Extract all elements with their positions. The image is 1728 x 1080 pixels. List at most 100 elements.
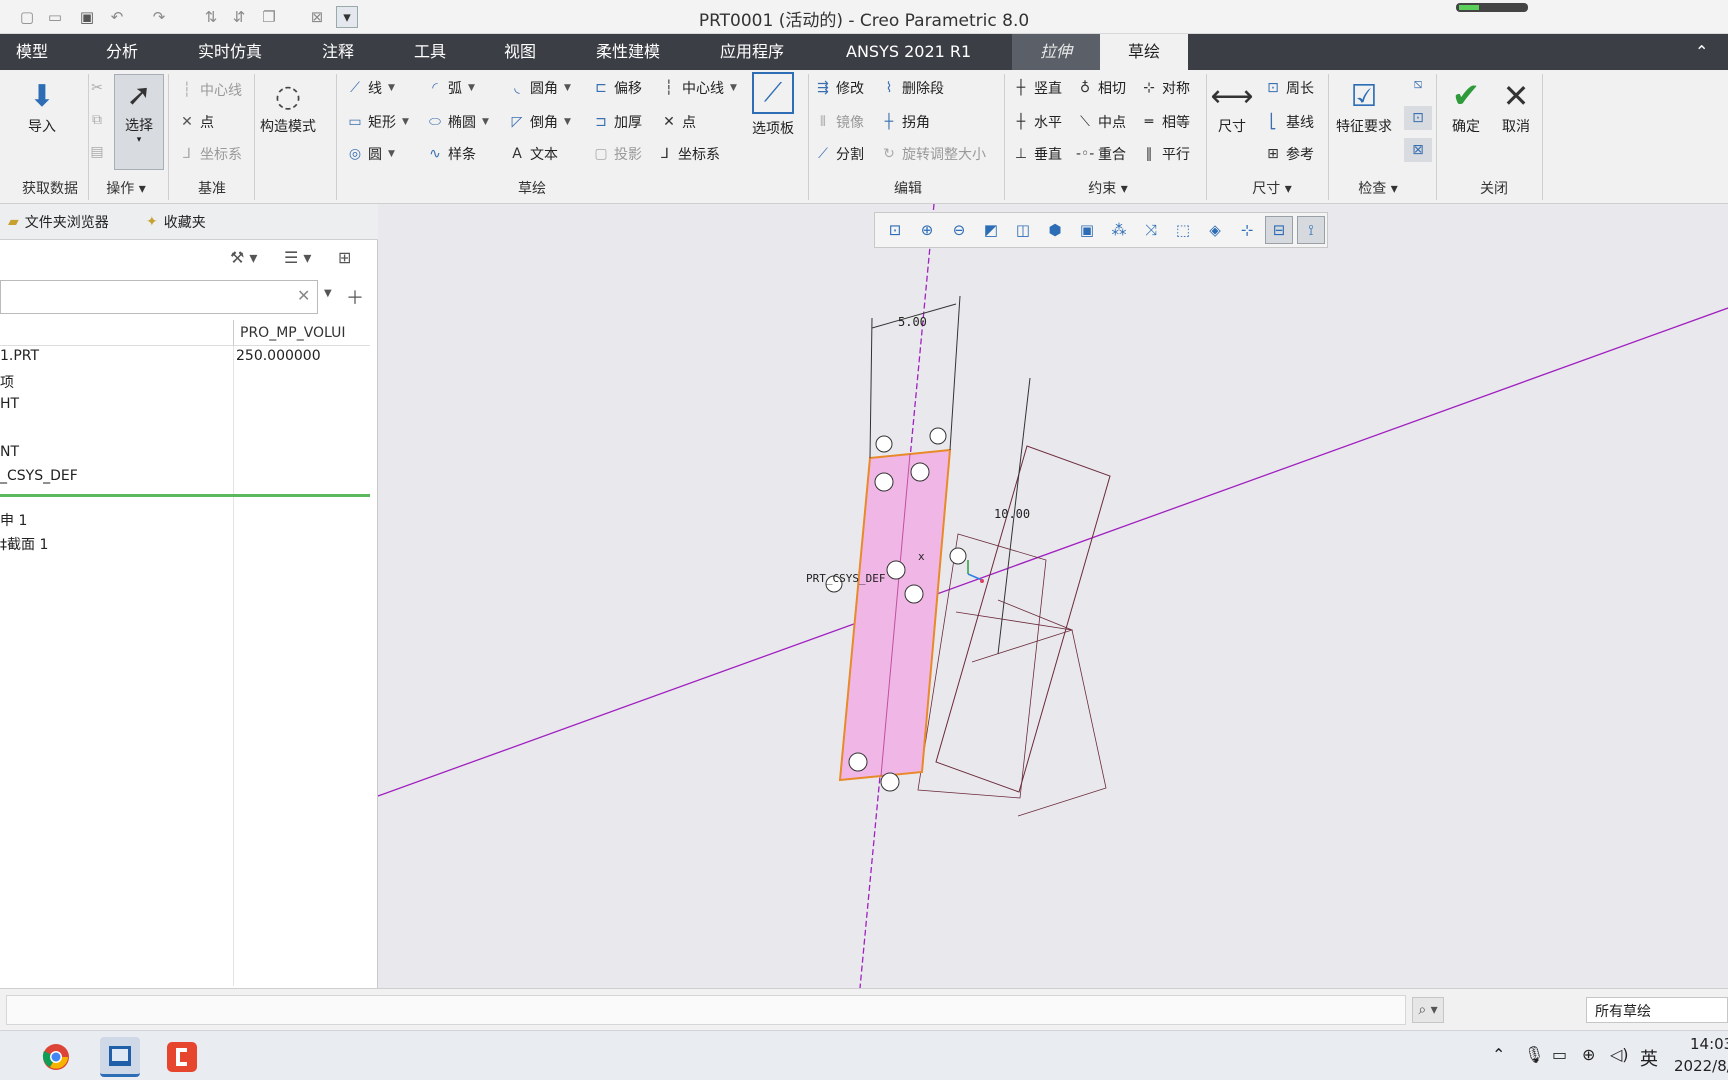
thicken-button[interactable]: ⊐ 加厚 [592, 110, 642, 134]
perimeter-button[interactable]: ⊡ 周长 [1264, 76, 1314, 100]
horizontal-constraint-button[interactable]: ┼ 水平 [1012, 110, 1062, 134]
tangent-constraint-button[interactable]: ♁ 相切 [1076, 76, 1126, 100]
symmetric-constraint-button[interactable]: ⊹ 对称 [1140, 76, 1190, 100]
view-manager-icon[interactable]: ▣ [1073, 216, 1101, 244]
tree-row-item[interactable]: 项 [0, 372, 14, 392]
rectangle-button[interactable]: ▭ 矩形 ▼ [346, 110, 409, 134]
add-column-icon[interactable]: ＋ [346, 284, 364, 310]
sketch-point-button[interactable]: ✕ 点 [660, 110, 696, 134]
parallel-constraint-button[interactable]: ∥ 平行 [1140, 142, 1191, 166]
zoom-in-icon[interactable]: ⊕ [913, 216, 941, 244]
project-button[interactable]: ▢ 投影 [592, 142, 642, 166]
divide-button[interactable]: ⟋ 分割 [814, 142, 864, 166]
creo-app-icon[interactable] [100, 1037, 140, 1077]
settings-tools-icon[interactable]: ⚒ ▾ [230, 248, 257, 267]
ok-button[interactable]: ✔ 确定 [1446, 76, 1486, 136]
dimension-height[interactable]: 10.00 [994, 507, 1030, 521]
sketch-constraints-display-icon[interactable]: ⟟ [1297, 216, 1325, 244]
tab-view[interactable]: 视图 [498, 34, 542, 70]
offset-button[interactable]: ⊏ 偏移 [592, 76, 642, 100]
group-label-constrain[interactable]: 约束 ▾ [1078, 178, 1138, 198]
sketcher-display-filters-icon[interactable]: ⊟ [1265, 216, 1293, 244]
construction-mode-button[interactable]: ◌ 构造模式 [260, 76, 316, 136]
tab-applications[interactable]: 应用程序 [714, 34, 790, 70]
column-name[interactable]: PRO_MP_VOLUI [240, 325, 346, 341]
clear-search-icon[interactable]: ✕ [297, 286, 310, 305]
group-label-inspect[interactable]: 检查 ▾ [1350, 178, 1406, 198]
constraint-symbol-7[interactable] [949, 547, 967, 565]
delete-segment-button[interactable]: ⌇ 删除段 [880, 76, 944, 100]
highlight-open-ends-icon[interactable]: ⊡ [1404, 106, 1432, 130]
select-button[interactable]: ➚ 选择 ▾ [114, 74, 164, 170]
shade-closed-loops-icon[interactable]: ⊠ [1404, 138, 1432, 162]
tree-filters-icon[interactable]: ⊞ [338, 248, 351, 267]
mirror-button[interactable]: ⫴ 镜像 [814, 110, 864, 134]
text-button[interactable]: A 文本 [508, 142, 558, 166]
ime-indicator[interactable]: 英 [1640, 1045, 1658, 1071]
tab-live-simulation[interactable]: 实时仿真 [192, 34, 268, 70]
refit-icon[interactable]: ⊡ [881, 216, 909, 244]
import-button[interactable]: ⬇ 导入 [22, 76, 62, 136]
collapse-ribbon-icon[interactable]: ⌃ [1695, 42, 1708, 61]
tab-extrude[interactable]: 拉伸 [1012, 34, 1100, 70]
tab-annotate[interactable]: 注释 [316, 34, 360, 70]
tab-favorites[interactable]: ✦ 收藏夹 [146, 212, 206, 232]
cancel-button[interactable]: ✕ 取消 [1496, 76, 1536, 136]
perpendicular-constraint-button[interactable]: ⊥ 垂直 [1012, 142, 1062, 166]
chrome-app-icon[interactable] [36, 1037, 76, 1077]
modify-button[interactable]: ⇶ 修改 [814, 76, 864, 100]
reference-button[interactable]: ⊞ 参考 [1264, 142, 1314, 166]
recorder-app-icon[interactable] [162, 1037, 202, 1077]
microphone-icon[interactable]: 🎙 [1524, 1045, 1544, 1064]
tree-row-extrude[interactable]: 申 1 [0, 510, 27, 530]
display-style-icon[interactable]: ◫ [1009, 216, 1037, 244]
constraint-symbol-4[interactable] [910, 462, 930, 482]
dimension-button[interactable]: ⟷ 尺寸 [1211, 76, 1254, 136]
equal-constraint-button[interactable]: ═ 相等 [1140, 110, 1190, 134]
tree-row-part[interactable]: 1.PRT [0, 348, 39, 364]
search-dropdown-icon[interactable]: ▼ [324, 288, 332, 299]
constraint-symbol-9[interactable] [848, 752, 868, 772]
vertical-constraint-button[interactable]: ┼ 竖直 [1012, 76, 1062, 100]
palette-button[interactable]: ⟋ 选项板 [752, 72, 794, 138]
sketch-csys-button[interactable]: ⅃ 坐标系 [656, 142, 720, 166]
dimension-width[interactable]: 5.00 [898, 315, 927, 329]
sketch-centerline-button[interactable]: ┆ 中心线 ▼ [660, 76, 737, 100]
tab-sketch[interactable]: 草绘 [1100, 34, 1188, 70]
tab-analysis[interactable]: 分析 [100, 34, 144, 70]
tree-row-front-plane[interactable]: NT [0, 444, 19, 460]
datum-display-icon[interactable]: ⁂ [1105, 216, 1133, 244]
ellipse-button[interactable]: ⬭ 椭圆 ▼ [426, 110, 489, 134]
tab-model[interactable]: 模型 [10, 34, 54, 70]
datum-point-button[interactable]: ✕ 点 [178, 110, 214, 134]
datum-centerline-button[interactable]: ┆ 中心线 [178, 78, 242, 102]
tree-row-section[interactable]: ‡截面 1 [0, 534, 48, 554]
tab-ansys[interactable]: ANSYS 2021 R1 [840, 34, 977, 70]
constraint-symbol-1[interactable] [875, 435, 893, 453]
search-input[interactable] [0, 280, 318, 314]
group-label-operations[interactable]: 操作 ▾ [100, 178, 152, 198]
midpoint-constraint-button[interactable]: ⟍ 中点 [1076, 110, 1126, 134]
constraint-symbol-6[interactable] [904, 584, 924, 604]
copy-icon[interactable]: ⧉ [88, 108, 106, 132]
feature-requirements-button[interactable]: ☑ 特征要求 [1336, 76, 1392, 136]
line-button[interactable]: ⟋ 线 ▼ [346, 76, 395, 100]
show-options-icon[interactable]: ☰ ▾ [284, 248, 311, 267]
saved-orientations-icon[interactable]: ⬢ [1041, 216, 1069, 244]
sketch-canvas[interactable]: 5.00 10.00 PRT_CSYS_DEF x [378, 204, 1728, 988]
constraint-symbol-3[interactable] [874, 472, 894, 492]
sketch-view-icon[interactable]: ◈ [1201, 216, 1229, 244]
tab-folder-browser[interactable]: ▰ 文件夹浏览器 [8, 212, 109, 232]
chamfer-button[interactable]: ◸ 倒角 ▼ [508, 110, 571, 134]
speaker-icon[interactable]: ◁) [1610, 1045, 1629, 1064]
cut-icon[interactable]: ✂ [88, 76, 106, 100]
spline-button[interactable]: ∿ 样条 [426, 142, 476, 166]
tab-tools[interactable]: 工具 [408, 34, 452, 70]
battery-icon[interactable]: ▭ [1552, 1045, 1567, 1064]
repaint-icon[interactable]: ◩ [977, 216, 1005, 244]
rotate-resize-button[interactable]: ↻ 旋转调整大小 [880, 142, 986, 166]
binoculars-icon[interactable]: ⌕ ▾ [1412, 997, 1444, 1023]
overlapping-geometry-icon[interactable]: ⧅ [1404, 72, 1432, 96]
tree-row-right-plane[interactable]: HT [0, 396, 19, 412]
selection-filter-select[interactable]: 所有草绘 [1586, 997, 1728, 1023]
